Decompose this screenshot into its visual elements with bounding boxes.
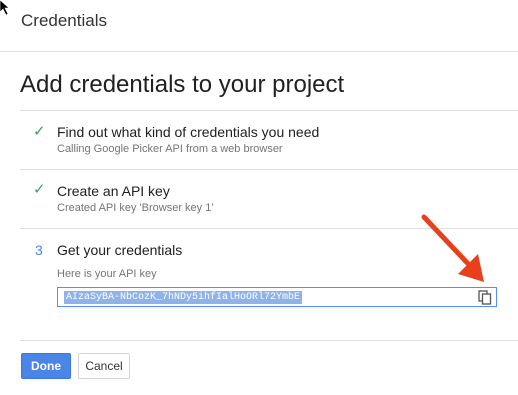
step-1-subtitle: Calling Google Picker API from a web bro… xyxy=(57,143,283,155)
divider xyxy=(20,169,518,170)
check-icon: ✓ xyxy=(33,181,46,198)
credentials-page: Credentials Add credentials to your proj… xyxy=(0,0,518,395)
red-arrow-annotation xyxy=(421,214,484,282)
done-button[interactable]: Done xyxy=(21,353,71,379)
step-2-title: Create an API key xyxy=(57,183,170,199)
main-heading: Add credentials to your project xyxy=(20,71,345,98)
step-3-number: 3 xyxy=(35,242,43,258)
cursor-icon xyxy=(0,0,10,16)
step-2-subtitle: Created API key 'Browser key 1' xyxy=(57,202,214,214)
copy-icon[interactable] xyxy=(478,290,492,305)
check-icon: ✓ xyxy=(33,123,46,140)
step-3-title: Get your credentials xyxy=(57,242,183,258)
cancel-button[interactable]: Cancel xyxy=(78,353,130,379)
api-key-field[interactable]: AIzaSyBA-NbCozK_7hNDy5ihfIalHoORl72YmbE xyxy=(57,287,497,307)
divider xyxy=(20,340,518,341)
page-title: Credentials xyxy=(21,11,107,30)
step-1-title: Find out what kind of credentials you ne… xyxy=(57,124,320,140)
top-bar: Credentials xyxy=(0,0,518,52)
api-key-value[interactable]: AIzaSyBA-NbCozK_7hNDy5ihfIalHoORl72YmbE xyxy=(64,291,303,304)
api-key-label: Here is your API key xyxy=(57,268,157,280)
divider xyxy=(20,110,518,111)
